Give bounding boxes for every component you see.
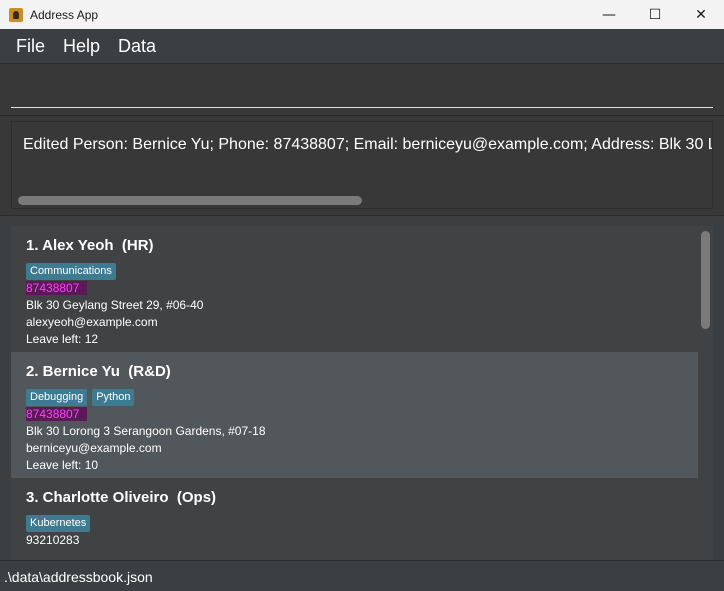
person-phone: 87438807 — [26, 281, 88, 295]
maximize-button[interactable]: ☐ — [632, 0, 678, 29]
close-icon: ✕ — [695, 6, 707, 23]
person-name-row: 3. Charlotte Oliveiro (Ops) — [26, 489, 216, 506]
window-title: Address App — [30, 7, 99, 22]
title-bar: Address App — ☐ ✕ — [0, 0, 724, 29]
maximize-icon: ☐ — [648, 6, 662, 23]
person-name: 3. Charlotte Oliveiro — [26, 489, 169, 506]
person-address: Blk 30 Geylang Street 29, #06-40 — [26, 298, 204, 312]
person-card-selected[interactable]: 2. Bernice Yu (R&D) Debugging Python 874… — [11, 352, 698, 478]
tag: Debugging — [26, 389, 88, 406]
person-name: 2. Bernice Yu — [26, 363, 120, 380]
person-department: (R&D) — [128, 363, 171, 380]
person-leave: Leave left: 12 — [26, 332, 99, 346]
person-list[interactable]: 1. Alex Yeoh (HR) Communications 8743880… — [11, 226, 713, 560]
result-text-area[interactable]: Edited Person: Bernice Yu; Phone: 874388… — [11, 121, 713, 209]
window-controls: — ☐ ✕ — [586, 0, 724, 29]
tag: Kubernetes — [26, 515, 91, 532]
list-vertical-scrollbar[interactable] — [701, 231, 710, 329]
result-horizontal-scrollbar[interactable] — [18, 196, 362, 205]
menu-file[interactable]: File — [16, 36, 45, 57]
tag: Communications — [26, 263, 116, 280]
person-list-area: 1. Alex Yeoh (HR) Communications 8743880… — [0, 216, 724, 560]
menu-data[interactable]: Data — [118, 36, 156, 57]
person-card[interactable]: 3. Charlotte Oliveiro (Ops) Kubernetes 9… — [11, 478, 698, 560]
minimize-button[interactable]: — — [586, 0, 632, 29]
result-display: Edited Person: Bernice Yu; Phone: 874388… — [0, 116, 724, 216]
result-message: Edited Person: Bernice Yu; Phone: 874388… — [23, 136, 713, 153]
person-department: (HR) — [121, 237, 154, 254]
person-name: 1. Alex Yeoh — [26, 237, 114, 254]
person-phone: 87438807 — [26, 407, 88, 421]
close-button[interactable]: ✕ — [678, 0, 724, 29]
person-name-row: 2. Bernice Yu (R&D) — [26, 363, 171, 380]
person-leave: Leave left: 10 — [26, 458, 99, 472]
menu-help[interactable]: Help — [63, 36, 100, 57]
menu-bar: File Help Data — [0, 29, 724, 64]
person-name-row: 1. Alex Yeoh (HR) — [26, 237, 154, 254]
save-location: .\data\addressbook.json — [4, 569, 153, 585]
command-box — [0, 64, 724, 116]
minimize-icon: — — [602, 6, 616, 23]
person-phone: 93210283 — [26, 533, 80, 547]
person-email: alexyeoh@example.com — [26, 315, 158, 329]
person-address: Blk 30 Lorong 3 Serangoon Gardens, #07-1… — [26, 424, 266, 438]
tag-list: Communications — [26, 263, 116, 280]
tag-list: Kubernetes — [26, 515, 91, 532]
status-bar: .\data\addressbook.json — [0, 560, 724, 591]
person-card[interactable]: 1. Alex Yeoh (HR) Communications 8743880… — [11, 226, 698, 352]
app-icon — [9, 7, 23, 22]
person-email: berniceyu@example.com — [26, 441, 162, 455]
person-department: (Ops) — [176, 489, 217, 506]
tag: Python — [92, 389, 135, 406]
tag-list: Debugging Python — [26, 389, 135, 406]
command-input[interactable] — [11, 78, 713, 108]
